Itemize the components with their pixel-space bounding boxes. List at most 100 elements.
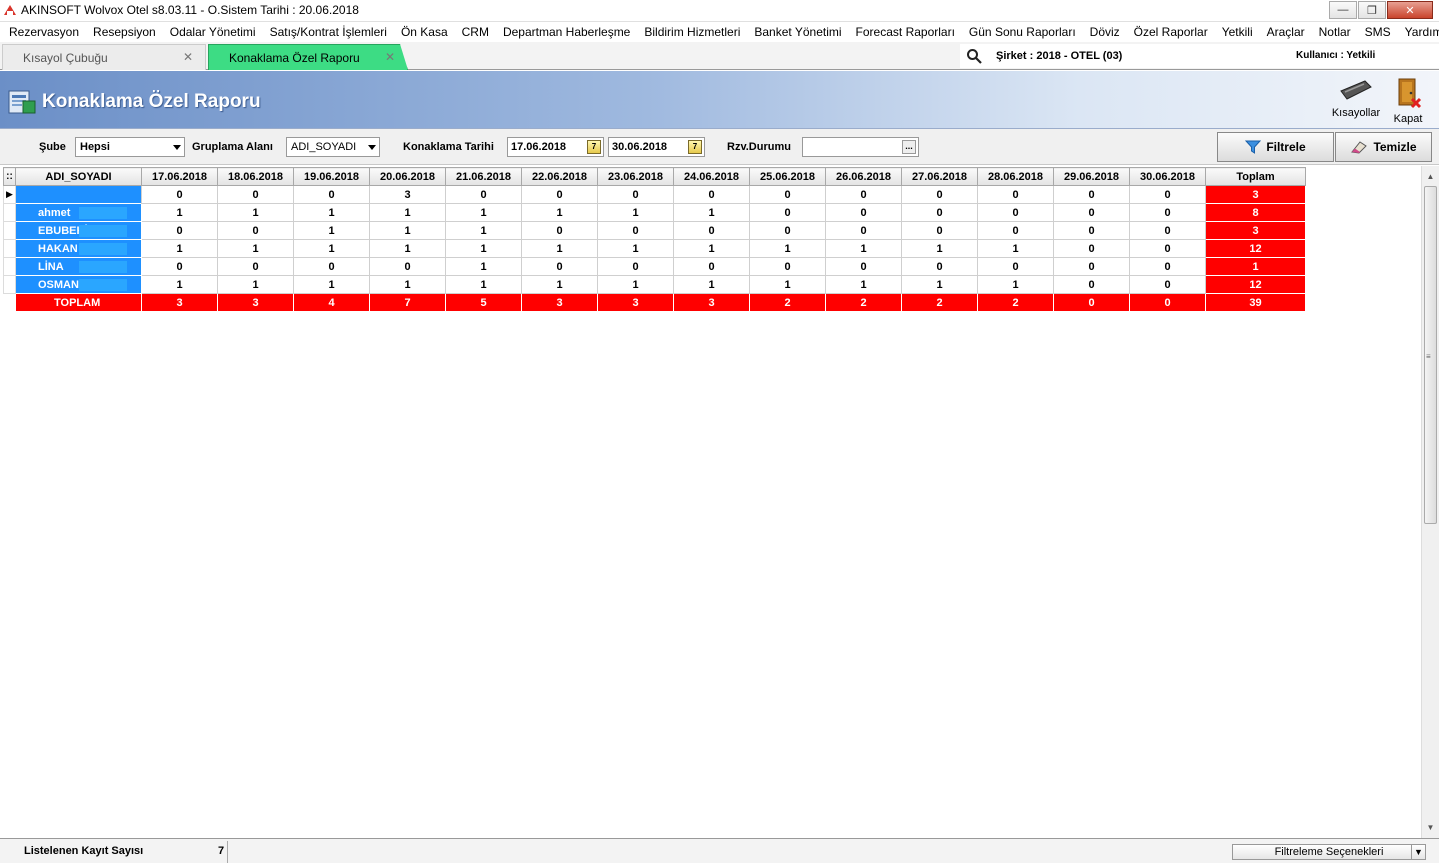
row-total-cell[interactable]: 3	[1205, 221, 1306, 240]
column-header-date[interactable]: 26.06.2018	[825, 167, 902, 186]
column-header-total[interactable]: Toplam	[1205, 167, 1306, 186]
date-value-cell[interactable]: 0	[141, 185, 218, 204]
date-value-cell[interactable]: 0	[1129, 239, 1206, 258]
minimize-icon[interactable]: —	[1329, 1, 1357, 19]
menu-item-5[interactable]: CRM	[455, 25, 496, 39]
date-value-cell[interactable]: 0	[597, 221, 674, 240]
menu-item-6[interactable]: Departman Haberleşme	[496, 25, 637, 39]
date-value-cell[interactable]: 0	[141, 257, 218, 276]
menu-item-4[interactable]: Ön Kasa	[394, 25, 455, 39]
date-value-cell[interactable]: 0	[1129, 203, 1206, 222]
date-value-cell[interactable]: 2	[749, 293, 826, 312]
date-value-cell[interactable]: 0	[673, 185, 750, 204]
column-header-date[interactable]: 28.06.2018	[977, 167, 1054, 186]
table-row[interactable]: HAKAN 1 1 1 1 1 1 1 1 1 1 1 1 0 0 12	[3, 239, 1306, 258]
date-value-cell[interactable]: 0	[445, 185, 522, 204]
menu-item-13[interactable]: Yetkili	[1215, 25, 1260, 39]
date-value-cell[interactable]: 0	[673, 221, 750, 240]
calendar-icon[interactable]: 7	[587, 140, 601, 154]
menu-item-16[interactable]: SMS	[1358, 25, 1398, 39]
date-value-cell[interactable]: 0	[521, 221, 598, 240]
shortcuts-button[interactable]: Kısayollar	[1331, 75, 1381, 127]
row-total-cell[interactable]: 1	[1205, 257, 1306, 276]
date-value-cell[interactable]: 0	[1053, 257, 1130, 276]
date-value-cell[interactable]: 0	[901, 257, 978, 276]
date-value-cell[interactable]: 1	[141, 275, 218, 294]
row-name-cell[interactable]: EBUBEKİR	[15, 221, 142, 240]
column-header-name[interactable]: ADI_SOYADI	[15, 167, 142, 186]
date-value-cell[interactable]: 2	[977, 293, 1054, 312]
rzv-durumu-input[interactable]: ...	[802, 137, 919, 157]
date-value-cell[interactable]: 0	[749, 185, 826, 204]
date-value-cell[interactable]: 0	[1053, 275, 1130, 294]
menu-item-17[interactable]: Yardım	[1398, 25, 1439, 39]
date-value-cell[interactable]: 5	[445, 293, 522, 312]
column-header-date[interactable]: 27.06.2018	[901, 167, 978, 186]
column-header-date[interactable]: 21.06.2018	[445, 167, 522, 186]
date-value-cell[interactable]: 0	[825, 185, 902, 204]
vertical-scrollbar[interactable]: ▲ ≡ ▼	[1421, 166, 1439, 838]
date-value-cell[interactable]: 1	[673, 239, 750, 258]
date-value-cell[interactable]: 1	[521, 239, 598, 258]
column-header-date[interactable]: 20.06.2018	[369, 167, 446, 186]
date-value-cell[interactable]: 0	[977, 185, 1054, 204]
menu-item-10[interactable]: Gün Sonu Raporları	[962, 25, 1083, 39]
date-value-cell[interactable]: 1	[445, 239, 522, 258]
date-value-cell[interactable]: 3	[597, 293, 674, 312]
table-row[interactable]: ▶ 0 0 0 3 0 0 0 0 0 0 0 0 0 0 3	[3, 185, 1306, 204]
date-value-cell[interactable]: 0	[597, 257, 674, 276]
date-value-cell[interactable]: 0	[1129, 257, 1206, 276]
menu-item-14[interactable]: Araçlar	[1260, 25, 1312, 39]
column-header-date[interactable]: 30.06.2018	[1129, 167, 1206, 186]
date-value-cell[interactable]: 0	[749, 203, 826, 222]
date-value-cell[interactable]: 1	[597, 239, 674, 258]
date-value-cell[interactable]: 0	[1053, 293, 1130, 312]
date-value-cell[interactable]: 4	[293, 293, 370, 312]
row-name-cell[interactable]: LİNA	[15, 257, 142, 276]
date-value-cell[interactable]: 0	[597, 185, 674, 204]
menu-item-11[interactable]: Döviz	[1083, 25, 1127, 39]
table-row[interactable]: OSMAN 1 1 1 1 1 1 1 1 1 1 1 1 0 0 12	[3, 275, 1306, 294]
menu-item-8[interactable]: Banket Yönetimi	[747, 25, 848, 39]
table-row[interactable]: EBUBEKİR 0 0 1 1 1 0 0 0 0 0 0 0 0 0 3	[3, 221, 1306, 240]
tab-kisayol-cubugu[interactable]: Kısayol Çubuğu ✕	[2, 44, 206, 70]
date-value-cell[interactable]: 1	[901, 275, 978, 294]
row-name-cell[interactable]: OSMAN	[15, 275, 142, 294]
date-value-cell[interactable]: 0	[1129, 185, 1206, 204]
maximize-icon[interactable]: ❐	[1358, 1, 1386, 19]
row-total-cell[interactable]: 3	[1205, 185, 1306, 204]
date-value-cell[interactable]: 0	[1053, 239, 1130, 258]
date-value-cell[interactable]: 0	[1053, 221, 1130, 240]
date-value-cell[interactable]: 1	[217, 275, 294, 294]
date-value-cell[interactable]: 2	[825, 293, 902, 312]
row-name-cell[interactable]: ahmet	[15, 203, 142, 222]
column-header-date[interactable]: 29.06.2018	[1053, 167, 1130, 186]
column-header-date[interactable]: 17.06.2018	[141, 167, 218, 186]
date-value-cell[interactable]: 1	[597, 203, 674, 222]
date-value-cell[interactable]: 0	[977, 203, 1054, 222]
date-value-cell[interactable]: 2	[901, 293, 978, 312]
date-value-cell[interactable]: 3	[673, 293, 750, 312]
date-value-cell[interactable]: 1	[293, 239, 370, 258]
column-header-date[interactable]: 22.06.2018	[521, 167, 598, 186]
date-value-cell[interactable]: 0	[825, 203, 902, 222]
menu-item-3[interactable]: Satış/Kontrat İşlemleri	[263, 25, 394, 39]
column-header-date[interactable]: 25.06.2018	[749, 167, 826, 186]
date-value-cell[interactable]: 0	[1053, 185, 1130, 204]
scroll-up-icon[interactable]: ▲	[1422, 168, 1439, 185]
calendar-icon[interactable]: 7	[688, 140, 702, 154]
date-value-cell[interactable]: 1	[217, 239, 294, 258]
date-value-cell[interactable]: 7	[369, 293, 446, 312]
date-value-cell[interactable]: 0	[749, 221, 826, 240]
filter-options-dropdown[interactable]: Filtreleme Seçenekleri ▼	[1232, 844, 1426, 860]
close-window-icon[interactable]: ✕	[1387, 1, 1433, 19]
date-value-cell[interactable]: 1	[141, 239, 218, 258]
tab-close-icon[interactable]: ✕	[385, 50, 395, 64]
date-value-cell[interactable]: 3	[521, 293, 598, 312]
date-value-cell[interactable]: 1	[749, 275, 826, 294]
search-icon[interactable]	[966, 48, 982, 64]
column-header-date[interactable]: 19.06.2018	[293, 167, 370, 186]
date-value-cell[interactable]: 3	[369, 185, 446, 204]
date-value-cell[interactable]: 0	[521, 185, 598, 204]
date-value-cell[interactable]: 0	[217, 185, 294, 204]
